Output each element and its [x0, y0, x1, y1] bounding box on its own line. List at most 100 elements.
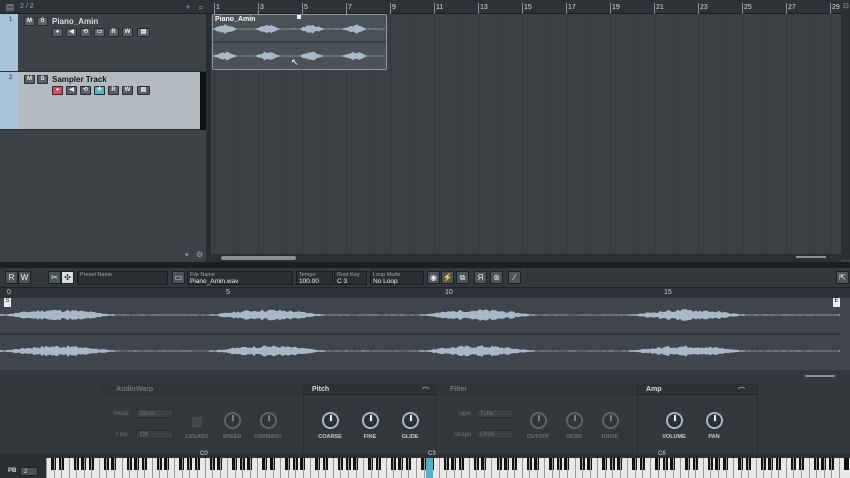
type-dropdown[interactable]: Tube [476, 409, 514, 418]
white-key[interactable] [332, 458, 334, 478]
white-key[interactable] [665, 458, 667, 478]
white-key[interactable] [129, 458, 131, 478]
white-key[interactable] [181, 458, 183, 478]
mode-dropdown[interactable]: Music [136, 409, 174, 418]
white-key[interactable] [785, 458, 787, 478]
white-key[interactable] [687, 458, 689, 478]
white-key[interactable] [121, 458, 123, 478]
instrument-button[interactable]: ✣ [94, 86, 105, 95]
white-key[interactable] [415, 458, 417, 478]
trim-icon[interactable]: ✂ [48, 271, 61, 284]
white-key[interactable] [604, 458, 606, 478]
search-icon[interactable]: ⌕ [195, 1, 207, 13]
dropdown-arrow-icon[interactable]: ▾ [185, 251, 189, 259]
white-key[interactable] [325, 458, 327, 478]
white-key[interactable] [733, 458, 735, 478]
timebase-button[interactable]: ⟲ [80, 86, 91, 95]
white-key[interactable] [763, 458, 765, 478]
white-key[interactable] [816, 458, 818, 478]
read-button[interactable]: R [108, 28, 119, 37]
white-key[interactable] [204, 458, 206, 478]
white-key[interactable] [151, 458, 153, 478]
white-key[interactable] [483, 458, 485, 478]
white-key[interactable] [702, 458, 704, 478]
white-key[interactable] [197, 458, 198, 478]
track-list-icon[interactable]: ▤ [4, 1, 16, 13]
envelope-icon[interactable]: ⌒ [422, 386, 429, 396]
white-key[interactable] [461, 458, 463, 478]
mute-icon[interactable]: ⧉ [456, 271, 469, 284]
vertical-scrollbar[interactable]: ⊡ [841, 0, 850, 260]
white-key[interactable] [695, 458, 697, 478]
white-key[interactable] [317, 458, 319, 478]
read-button[interactable]: R [5, 271, 18, 284]
white-key[interactable] [491, 458, 493, 478]
white-key[interactable] [280, 458, 282, 478]
white-key[interactable] [106, 458, 108, 478]
record-button[interactable]: ● [52, 28, 63, 37]
white-key[interactable] [634, 458, 636, 478]
scroll-thumb[interactable] [221, 256, 296, 260]
legato-toggle[interactable] [192, 417, 202, 427]
end-marker[interactable]: E [833, 298, 840, 307]
white-key[interactable] [770, 458, 772, 478]
monitor-button[interactable]: ◀ [66, 86, 77, 95]
white-key[interactable] [642, 458, 644, 478]
white-key[interactable] [657, 458, 659, 478]
white-key[interactable] [544, 458, 546, 478]
write-button[interactable]: W [18, 271, 31, 284]
white-key[interactable] [400, 458, 402, 478]
white-key[interactable] [355, 458, 357, 478]
white-key[interactable] [68, 458, 70, 478]
white-key[interactable] [453, 458, 455, 478]
reso-knob[interactable] [566, 412, 583, 429]
white-key[interactable] [287, 458, 289, 478]
piano-keyboard[interactable] [46, 458, 850, 478]
add-track-icon[interactable]: + [182, 1, 194, 13]
white-key[interactable] [363, 458, 365, 478]
white-key[interactable] [249, 458, 251, 478]
white-key[interactable] [295, 458, 297, 478]
edit-button[interactable]: ▤ [137, 28, 150, 37]
white-key[interactable] [521, 458, 523, 478]
white-key[interactable] [76, 458, 78, 478]
white-key[interactable] [589, 458, 591, 478]
white-key[interactable] [755, 458, 757, 478]
white-key[interactable] [446, 458, 448, 478]
white-key[interactable] [793, 458, 795, 478]
loop-icon[interactable]: ⊛ [490, 271, 503, 284]
white-key[interactable] [423, 458, 425, 478]
white-key[interactable] [212, 458, 214, 478]
formant-knob[interactable] [260, 412, 277, 429]
white-key[interactable] [378, 458, 380, 478]
horizontal-scrollbar[interactable] [211, 254, 841, 262]
fine-knob[interactable] [362, 412, 379, 429]
glide-knob[interactable] [402, 412, 419, 429]
white-key[interactable] [370, 458, 372, 478]
white-key[interactable] [748, 458, 750, 478]
warp-icon[interactable]: ⁄ [508, 271, 521, 284]
white-key[interactable] [408, 458, 410, 478]
white-key[interactable] [597, 458, 599, 478]
white-key[interactable] [559, 458, 561, 478]
white-key[interactable] [219, 458, 221, 478]
white-key[interactable] [536, 458, 538, 478]
root-key-field[interactable]: Root Key C 3 [334, 271, 367, 285]
solo-button[interactable]: S [37, 17, 48, 26]
white-key[interactable] [174, 458, 176, 478]
coarse-knob[interactable] [322, 412, 339, 429]
drive-knob[interactable] [602, 412, 619, 429]
expand-icon[interactable]: ⊡ [843, 2, 849, 10]
preset-field[interactable]: Preset Name [77, 271, 168, 285]
white-key[interactable] [272, 458, 274, 478]
white-key[interactable] [310, 458, 312, 478]
flash-icon[interactable]: ⚡ [441, 271, 454, 284]
white-key[interactable] [302, 458, 304, 478]
white-key[interactable] [740, 458, 742, 478]
white-key[interactable] [340, 458, 342, 478]
white-key[interactable] [476, 458, 478, 478]
white-key[interactable] [582, 458, 584, 478]
white-key[interactable] [91, 458, 93, 478]
white-key[interactable] [468, 458, 470, 478]
start-marker[interactable]: S [4, 298, 11, 307]
